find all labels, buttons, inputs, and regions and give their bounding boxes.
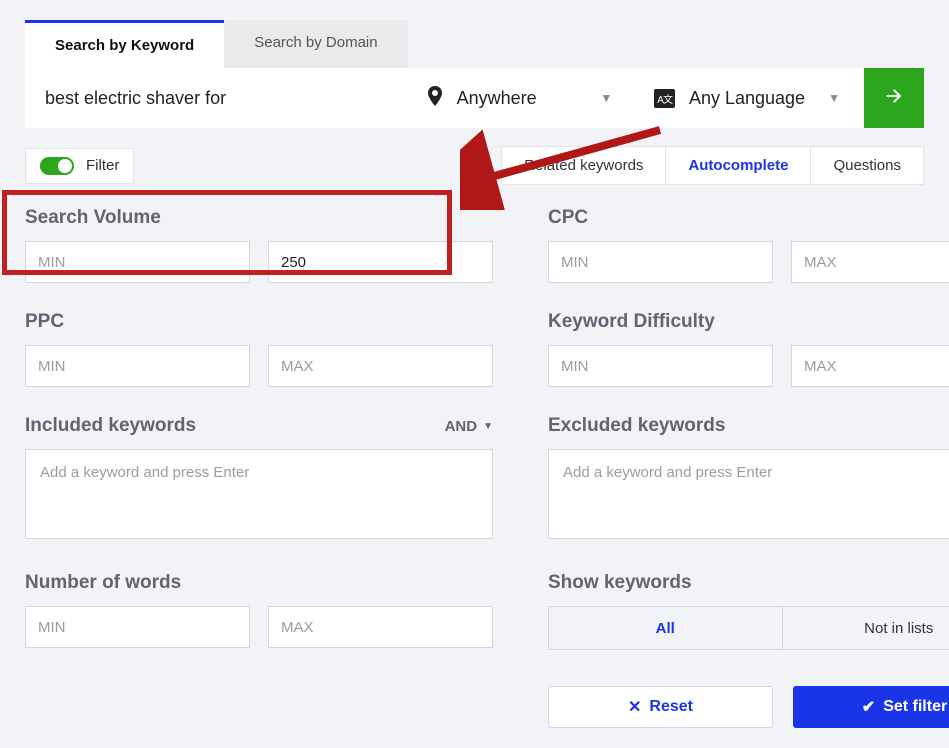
- filter-toggle[interactable]: [40, 157, 74, 175]
- section-num-words: Number of words: [25, 572, 493, 650]
- action-buttons: ✕ Reset ✔ Set filter: [548, 686, 949, 728]
- chevron-down-icon: ▼: [600, 91, 612, 105]
- keyword-input-wrap: [25, 68, 403, 128]
- show-not-in-lists-option[interactable]: Not in lists: [783, 607, 949, 649]
- chevron-down-icon: ▼: [483, 421, 493, 432]
- show-keywords-label: Show keywords: [548, 572, 949, 594]
- filter-row: Filter Related keywords Autocomplete Que…: [25, 146, 924, 185]
- location-pin-icon: [427, 86, 443, 111]
- kd-max[interactable]: [791, 345, 949, 387]
- num-words-min[interactable]: [25, 606, 250, 648]
- show-all-option[interactable]: All: [549, 607, 783, 649]
- tab-related-keywords[interactable]: Related keywords: [502, 147, 666, 184]
- included-mode-dropdown[interactable]: AND ▼: [445, 418, 493, 435]
- kd-label: Keyword Difficulty: [548, 311, 949, 333]
- tab-search-domain[interactable]: Search by Domain: [224, 20, 407, 68]
- included-mode-value: AND: [445, 418, 478, 435]
- keyword-input[interactable]: [45, 88, 383, 109]
- filter-grid: Search Volume CPC PPC Keyword Difficul: [25, 207, 924, 728]
- language-value: Any Language: [689, 88, 828, 109]
- reset-label: Reset: [649, 698, 693, 716]
- ppc-min[interactable]: [25, 345, 250, 387]
- num-words-label: Number of words: [25, 572, 493, 594]
- language-select[interactable]: A文 Any Language ▼: [636, 68, 858, 128]
- search-volume-max[interactable]: [268, 241, 493, 283]
- search-volume-label: Search Volume: [25, 207, 493, 229]
- included-keywords-input[interactable]: [25, 449, 493, 539]
- excluded-keywords-input[interactable]: [548, 449, 949, 539]
- included-keywords-label: Included keywords: [25, 415, 196, 437]
- tab-search-keyword[interactable]: Search by Keyword: [25, 20, 224, 68]
- chevron-down-icon: ▼: [828, 91, 840, 105]
- filter-toggle-box: Filter: [25, 148, 134, 184]
- search-volume-min[interactable]: [25, 241, 250, 283]
- result-type-tabs: Related keywords Autocomplete Questions: [501, 146, 924, 185]
- search-row: Anywhere ▼ A文 Any Language ▼: [25, 68, 924, 128]
- cpc-label: CPC: [548, 207, 949, 229]
- section-ppc: PPC: [25, 311, 493, 387]
- ppc-max[interactable]: [268, 345, 493, 387]
- tab-autocomplete[interactable]: Autocomplete: [666, 147, 811, 184]
- main-tabs: Search by Keyword Search by Domain: [25, 20, 924, 68]
- reset-button[interactable]: ✕ Reset: [548, 686, 773, 728]
- check-icon: ✔: [862, 697, 875, 717]
- kd-min[interactable]: [548, 345, 773, 387]
- translate-icon: A文: [654, 89, 675, 108]
- tab-questions[interactable]: Questions: [811, 147, 923, 184]
- set-filter-label: Set filter: [883, 698, 947, 716]
- excluded-keywords-label: Excluded keywords: [548, 415, 725, 437]
- section-cpc: CPC: [548, 207, 949, 283]
- section-search-volume: Search Volume: [25, 207, 493, 283]
- set-filter-button[interactable]: ✔ Set filter: [793, 686, 949, 728]
- close-icon: ✕: [628, 697, 641, 717]
- section-excluded-keywords: Excluded keywords OR ▼: [548, 415, 949, 544]
- section-show-keywords: Show keywords All Not in lists: [548, 572, 949, 650]
- cpc-max[interactable]: [791, 241, 949, 283]
- location-value: Anywhere: [457, 88, 601, 109]
- filter-label: Filter: [86, 157, 119, 174]
- location-select[interactable]: Anywhere ▼: [409, 68, 631, 128]
- cpc-min[interactable]: [548, 241, 773, 283]
- arrow-right-icon: [883, 85, 905, 112]
- section-included-keywords: Included keywords AND ▼: [25, 415, 493, 544]
- section-kd: Keyword Difficulty: [548, 311, 949, 387]
- num-words-max[interactable]: [268, 606, 493, 648]
- ppc-label: PPC: [25, 311, 493, 333]
- search-button[interactable]: [864, 68, 924, 128]
